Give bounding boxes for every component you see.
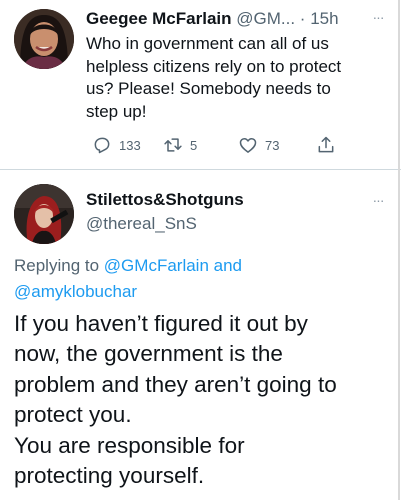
tweet-text: If you haven’t figured it out by now, th… xyxy=(14,309,396,491)
more-icon[interactable]: ··· xyxy=(367,193,389,207)
tweet-text-line: Who in government can all of us xyxy=(86,34,329,53)
retweet-button[interactable]: 5 xyxy=(163,134,197,156)
tweet-text-line: You are responsible for xyxy=(14,432,245,458)
parent-tweet[interactable]: Geegee McFarlain @GM... · 15h ··· Who in… xyxy=(0,0,401,170)
avatar[interactable] xyxy=(14,9,74,69)
tweet-text-line: now, the government is the xyxy=(14,341,283,367)
tweet-text-line: protect you. xyxy=(14,402,132,428)
separator-dot: · xyxy=(299,9,306,28)
tweet-text-line: us? Please! Somebody needs to xyxy=(86,79,331,98)
avatar-photo xyxy=(14,9,74,69)
display-name[interactable]: Geegee McFarlain xyxy=(86,9,232,28)
reply-count: 133 xyxy=(119,137,141,153)
replying-prefix: Replying to xyxy=(14,256,100,275)
tweet-text: Who in government can all of us helpless… xyxy=(86,33,386,123)
retweet-count: 5 xyxy=(190,137,198,153)
display-name[interactable]: Stilettos&Shotguns xyxy=(86,189,244,211)
timestamp[interactable]: 15h xyxy=(310,9,338,28)
like-button[interactable]: 73 xyxy=(238,134,279,156)
user-handle[interactable]: @thereal_SnS xyxy=(86,213,197,235)
mention-link[interactable]: @amyklobuchar xyxy=(14,282,137,301)
share-button[interactable] xyxy=(316,134,336,156)
replying-and[interactable]: and xyxy=(214,256,242,275)
tweet-text-line: helpless citizens rely on to protect xyxy=(86,56,342,76)
more-icon[interactable]: ··· xyxy=(367,10,389,24)
heart-icon xyxy=(239,138,257,153)
share-icon xyxy=(318,136,334,153)
tweet-actions: 133 5 73 xyxy=(86,134,346,156)
like-count: 73 xyxy=(265,137,280,153)
replying-to: Replying to @GMcFarlain and @amyklobucha… xyxy=(14,253,384,305)
reply-button[interactable]: 133 xyxy=(92,134,141,156)
avatar-photo xyxy=(14,184,74,244)
tweet-text-line: protecting yourself. xyxy=(14,463,205,489)
tweet-text-line: If you haven’t figured it out by xyxy=(14,311,308,336)
avatar[interactable] xyxy=(14,184,74,244)
reply-icon xyxy=(94,137,110,154)
tweet-header: Geegee McFarlain @GM... · 15h xyxy=(86,8,339,30)
screenshot-edge xyxy=(398,0,400,500)
tweet-divider xyxy=(0,169,401,170)
tweet-text-line: problem and they aren’t going to xyxy=(14,371,337,397)
mention-link[interactable]: @GMcFarlain xyxy=(104,256,209,275)
retweet-icon xyxy=(164,138,182,152)
tweet-text-line: step up! xyxy=(86,101,147,121)
user-handle[interactable]: @GM... xyxy=(236,9,295,28)
